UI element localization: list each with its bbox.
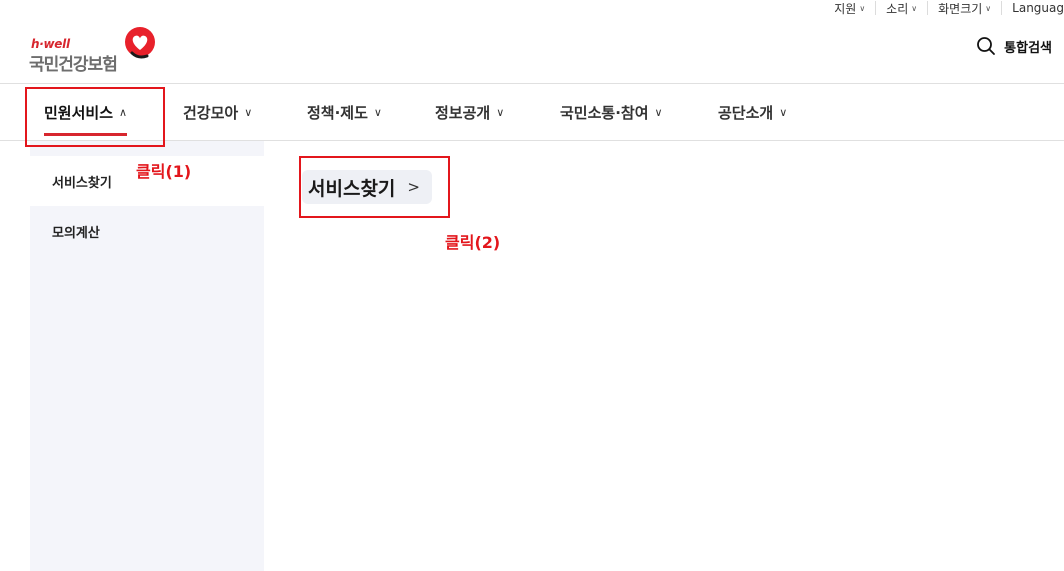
chevron-down-icon: ∨ — [779, 105, 788, 119]
util-sound-label: 소리 — [886, 1, 909, 16]
gnb-info-disclosure-label: 정보공개 — [435, 103, 491, 122]
search-icon — [977, 37, 996, 55]
click-step-2-label: 클릭(2) — [445, 233, 501, 252]
util-support-label: 지원 — [834, 1, 857, 16]
gnb-health-moa-label: 건강모아 — [183, 103, 239, 122]
util-screen-size-label: 화면크기 — [938, 1, 983, 16]
gnb-policy-label: 정책·제도 — [307, 103, 368, 122]
chevron-down-icon: ∨ — [911, 3, 918, 13]
chevron-down-icon: ∨ — [496, 105, 505, 119]
chevron-down-icon: ∨ — [985, 3, 992, 13]
click-highlight-box-1 — [25, 87, 165, 147]
click-highlight-box-2 — [299, 156, 450, 218]
util-language[interactable]: Languag — [1001, 1, 1064, 15]
gnb-info-disclosure[interactable]: 정보공개 ∨ — [435, 84, 504, 140]
logo-name: 국민건강보험 — [29, 55, 118, 75]
site-logo[interactable]: h·well 국민건강보험 — [29, 26, 161, 75]
sidebar-item-label: 모의계산 — [52, 225, 100, 241]
gnb-policy[interactable]: 정책·제도 ∨ — [307, 84, 382, 140]
sidebar-item-label: 서비스찾기 — [52, 175, 112, 191]
util-sound[interactable]: 소리 ∨ — [875, 1, 927, 16]
logo-tagline: h·well — [31, 37, 70, 51]
gnb-about-label: 공단소개 — [718, 103, 774, 122]
gnb-health-moa[interactable]: 건강모아 ∨ — [183, 84, 252, 140]
util-language-label: Languag — [1012, 1, 1064, 15]
chevron-down-icon: ∨ — [244, 105, 253, 119]
util-support[interactable]: 지원 ∨ — [824, 1, 875, 16]
chevron-down-icon: ∨ — [654, 105, 663, 119]
gnb-about[interactable]: 공단소개 ∨ — [718, 84, 787, 140]
chevron-down-icon: ∨ — [373, 105, 382, 119]
sub-menu-sidebar: 서비스찾기 모의계산 — [30, 141, 264, 571]
util-screen-size[interactable]: 화면크기 ∨ — [927, 1, 1001, 16]
gnb-communication-label: 국민소통·참여 — [560, 103, 649, 122]
gnb-communication[interactable]: 국민소통·참여 ∨ — [560, 84, 663, 140]
heart-logo-icon — [125, 27, 155, 59]
integrated-search-button[interactable]: 통합검색 — [976, 36, 1052, 56]
chevron-down-icon: ∨ — [859, 3, 866, 13]
click-step-1-label: 클릭(1) — [136, 162, 192, 181]
search-label: 통합검색 — [1004, 40, 1052, 56]
page: 지원 ∨ 소리 ∨ 화면크기 ∨ Languag h·well 국민건강보험 통… — [0, 0, 1064, 571]
sidebar-item-simulation[interactable]: 모의계산 — [30, 206, 264, 256]
utility-bar: 지원 ∨ 소리 ∨ 화면크기 ∨ Languag — [824, 0, 1064, 16]
